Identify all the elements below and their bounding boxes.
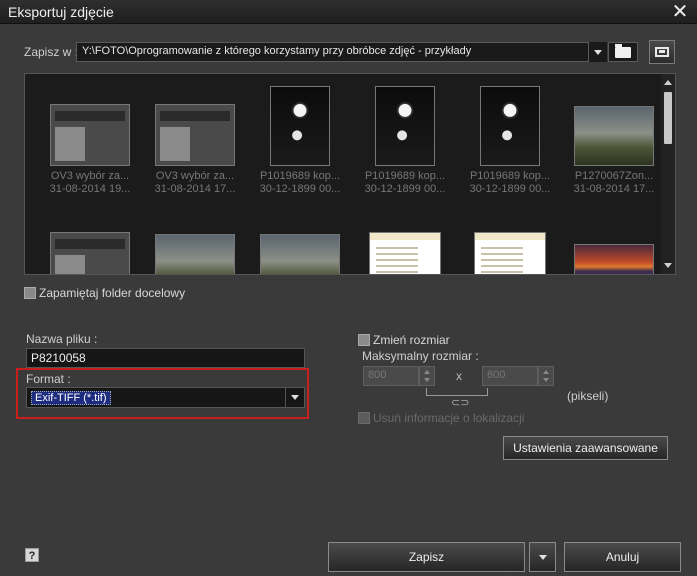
thumbnail-image[interactable] [574,106,654,166]
thumbnail-item[interactable] [458,214,562,274]
scroll-up-icon[interactable] [664,80,672,85]
advanced-settings-button[interactable]: Ustawienia zaawansowane [503,436,668,460]
filename-label: Nazwa pliku : [26,332,98,346]
thumbnail-name: P1019689 kop... [259,170,341,182]
thumbnail-caption: P1019689 kop... 30-12-1899 00... [458,170,562,196]
thumbnail-date: 30-12-1899 00... [364,183,446,195]
resize-checkbox[interactable] [358,334,370,346]
thumbnail-caption: P1270067Zon... 31-08-2014 17... [562,170,666,196]
filename-input[interactable]: P8210058 [26,348,305,368]
thumbnail-item[interactable]: P1019689 kop... 30-12-1899 00... [458,86,562,196]
max-height-stepper[interactable] [538,366,554,386]
thumbnail-item[interactable] [562,214,666,274]
thumbnail-image[interactable] [260,234,340,274]
max-width-stepper[interactable] [419,366,435,386]
thumbnail-image[interactable] [474,232,546,274]
chevron-down-icon [538,554,547,560]
title-bar: Eksportuj zdjęcie ✕ [0,0,697,24]
save-path-combobox[interactable]: Y:\FOTO\Oprogramowanie z którego korzyst… [76,42,606,62]
link-icon[interactable]: ⊂⊃ [451,396,469,409]
thumbnail-image[interactable] [375,86,435,166]
window-title: Eksportuj zdjęcie [8,4,114,20]
remember-folder-label: Zapamiętaj folder docelowy [39,286,186,300]
thumbnail-gallery[interactable]: OV3 wybór za... 31-08-2014 19... OV3 wybór… [24,73,676,275]
thumbnail-item[interactable] [38,214,142,274]
max-height-input[interactable]: 800 [482,366,538,386]
aspect-link-bracket [426,388,488,396]
times-sign: x [456,369,462,383]
thumbnail-caption: P1019689 kop... 30-12-1899 00... [353,170,457,196]
save-path-dropdown[interactable] [588,42,607,62]
pixels-unit: (pikseli) [567,389,609,403]
thumbnail-item[interactable]: P1019689 kop... 30-12-1899 00... [248,86,352,196]
chevron-down-icon [594,49,602,55]
close-icon[interactable]: ✕ [669,1,691,23]
open-folder-button[interactable] [608,42,638,62]
thumbnail-item[interactable]: OV3 wybór za... 31-08-2014 17... [143,86,247,196]
cancel-button[interactable]: Anuluj [564,542,681,572]
gallery-scrollbar[interactable] [661,74,675,274]
thumbnail-item[interactable] [143,214,247,274]
thumbnail-image[interactable] [270,86,330,166]
thumbnail-image[interactable] [155,104,235,166]
scroll-thumb[interactable] [664,92,672,144]
remove-location-option[interactable]: Usuń informacje o lokalizacji [358,411,524,425]
format-selected-value: Exif-TIFF (*.tif) [31,391,111,405]
max-size-label: Maksymalny rozmiar : [362,349,479,363]
resize-label: Zmień rozmiar [373,333,450,347]
format-select[interactable]: Exif-TIFF (*.tif) [26,387,305,408]
remember-folder-option[interactable]: Zapamiętaj folder docelowy [24,286,185,300]
save-button[interactable]: Zapisz [328,542,525,572]
thumbnail-item[interactable] [248,214,352,274]
scroll-down-icon[interactable] [664,263,672,268]
thumbnail-name: P1019689 kop... [469,170,551,182]
thumbnail-image[interactable] [480,86,540,166]
resize-option[interactable]: Zmień rozmiar [358,333,450,347]
thumbnail-image[interactable] [155,234,235,274]
stepper-up-icon [543,370,549,374]
thumbnail-caption: OV3 wybór za... 31-08-2014 17... [143,170,247,196]
thumbnail-name: OV3 wybór za... [155,170,235,182]
browse-folder-button[interactable] [649,40,675,64]
max-width-input[interactable]: 800 [363,366,419,386]
help-icon[interactable]: ? [25,548,39,562]
thumbnail-image[interactable] [369,232,441,274]
format-label: Format : [26,372,71,386]
thumbnail-name: P1270067Zon... [574,170,654,182]
folder-icon [615,43,631,58]
thumbnail-date: 30-12-1899 00... [469,183,551,195]
remember-folder-checkbox[interactable] [24,287,36,299]
thumbnail-date: 31-08-2014 17... [573,183,655,195]
format-dropdown[interactable] [285,388,304,407]
thumbnail-item[interactable] [353,214,457,274]
thumbnail-date: 31-08-2014 17... [154,183,236,195]
thumbnail-date: 30-12-1899 00... [259,183,341,195]
thumbnail-item[interactable]: OV3 wybór za... 31-08-2014 19... [38,86,142,196]
chevron-down-icon [291,395,299,400]
thumbnail-image[interactable] [574,244,654,274]
thumbnail-image[interactable] [50,232,130,274]
thumbnail-date: 31-08-2014 19... [49,183,131,195]
thumbnail-image[interactable] [50,104,130,166]
remove-location-checkbox[interactable] [358,412,370,424]
thumbnail-item[interactable]: P1270067Zon... 31-08-2014 17... [562,86,666,196]
stepper-up-icon [424,370,430,374]
stepper-down-icon [543,378,549,382]
thumbnail-item[interactable]: P1019689 kop... 30-12-1899 00... [353,86,457,196]
thumbnail-caption: OV3 wybór za... 31-08-2014 19... [38,170,142,196]
remove-location-label: Usuń informacje o lokalizacji [373,411,525,425]
save-in-label: Zapisz w : [24,45,79,59]
thumbnail-name: OV3 wybór za... [50,170,130,182]
save-options-button[interactable] [529,542,556,572]
thumbnail-name: P1019689 kop... [364,170,446,182]
folder-browse-icon [655,47,669,57]
stepper-down-icon [424,378,430,382]
thumbnail-caption: P1019689 kop... 30-12-1899 00... [248,170,352,196]
